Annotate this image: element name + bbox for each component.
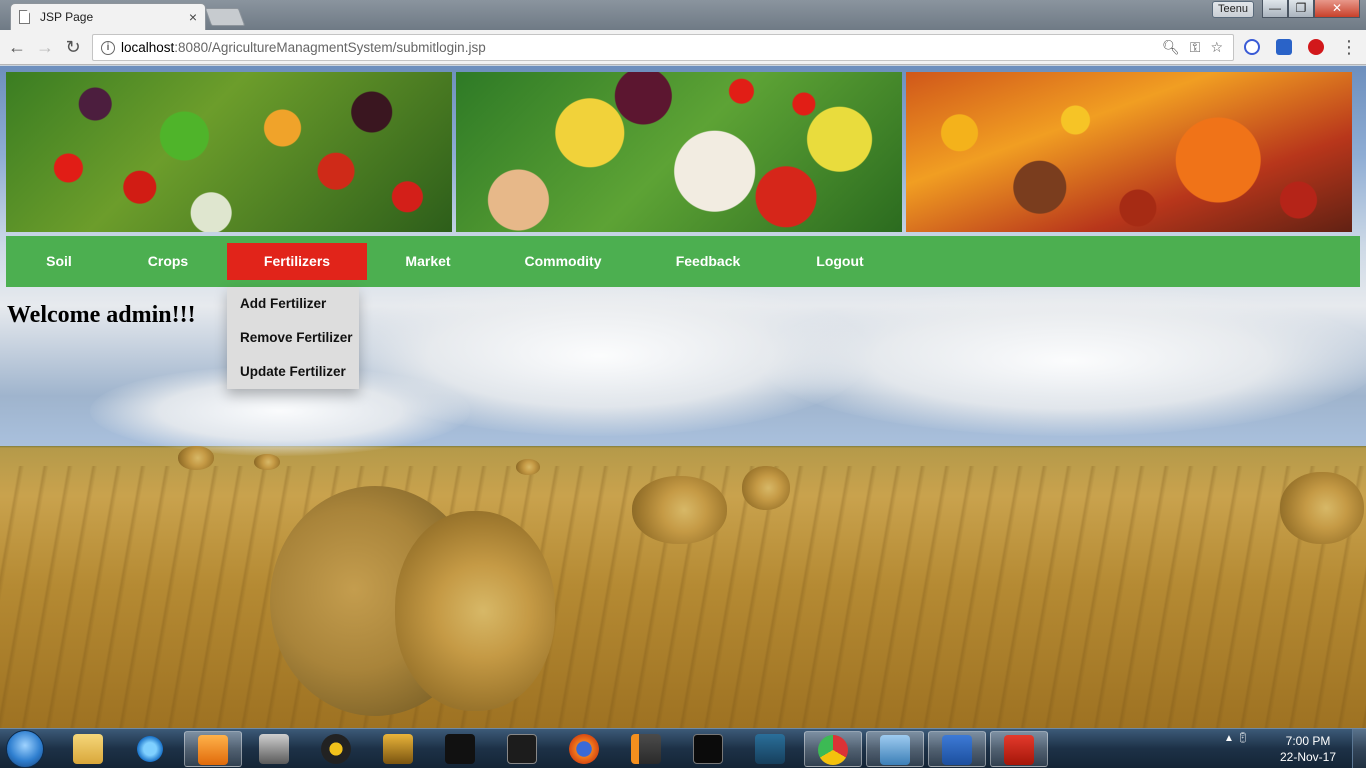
show-desktop-button[interactable] <box>1352 729 1366 768</box>
bookmark-star-icon[interactable]: ☆ <box>1210 39 1223 56</box>
browser-toolbar: ← → ↻ i localhost:8080/AgricultureManagm… <box>0 30 1366 65</box>
address-bar[interactable]: i localhost:8080/AgricultureManagmentSys… <box>92 34 1234 61</box>
counter-strike-icon[interactable] <box>370 731 428 767</box>
firefox-icon[interactable] <box>556 731 614 767</box>
header-banner <box>6 72 1352 232</box>
nav-market[interactable]: Market <box>367 243 489 280</box>
hay-bale <box>742 466 790 510</box>
hay-bale <box>254 454 280 470</box>
clock-time: 7:00 PM <box>1285 734 1331 748</box>
hay-bale <box>178 446 214 470</box>
autumn-harvest-image <box>906 72 1352 232</box>
minimize-button[interactable]: — <box>1262 0 1288 18</box>
mysql-console-icon[interactable] <box>680 731 738 767</box>
windows-explorer-icon[interactable] <box>60 731 118 767</box>
nav-feedback[interactable]: Feedback <box>637 243 779 280</box>
back-button[interactable]: ← <box>6 36 28 58</box>
sublime-text-icon[interactable] <box>618 731 676 767</box>
nav-crops[interactable]: Crops <box>112 243 224 280</box>
hay-bale <box>516 459 540 475</box>
zoom-icon[interactable]: 🔍︎ <box>1162 39 1180 56</box>
game-icon[interactable] <box>246 731 304 767</box>
hay-bale <box>1280 472 1364 544</box>
adblock-extension-icon[interactable] <box>1244 39 1260 55</box>
profile-button[interactable]: Teenu <box>1212 1 1254 18</box>
browser-tab[interactable]: JSP Page × <box>10 3 206 30</box>
page-icon <box>19 10 30 24</box>
dropdown-remove-fertilizer[interactable]: Remove Fertilizer <box>227 321 359 355</box>
nav-commodity[interactable]: Commodity <box>489 243 637 280</box>
hay-bale <box>632 476 727 544</box>
clock-date: 22-Nov-17 <box>1279 750 1337 764</box>
nav-soil[interactable]: Soil <box>6 243 112 280</box>
welcome-heading: Welcome admin!!! <box>7 302 196 328</box>
system-clock[interactable]: 7:00 PM 22-Nov-17 <box>1276 733 1340 765</box>
pes-15-icon[interactable] <box>308 731 366 767</box>
windows-taskbar: ▲ 🔋︎ 7:00 PM 22-Nov-17 <box>0 728 1366 768</box>
virtualbox-icon[interactable] <box>866 731 924 767</box>
chrome-icon[interactable] <box>804 731 862 767</box>
page-viewport: Soil Crops Fertilizers Market Commodity … <box>0 66 1366 728</box>
main-nav: Soil Crops Fertilizers Market Commodity … <box>6 236 1360 287</box>
close-tab-icon[interactable]: × <box>189 9 197 25</box>
hay-bale <box>395 511 555 711</box>
maximize-button[interactable]: ❐ <box>1288 0 1314 18</box>
browser-menu-icon[interactable]: ⋮ <box>1340 36 1358 58</box>
vegetables-image <box>456 72 902 232</box>
mysql-workbench-icon[interactable] <box>742 731 800 767</box>
opera-extension-icon[interactable] <box>1308 39 1324 55</box>
system-tray-icons[interactable]: ▲ 🔋︎ <box>1224 733 1249 744</box>
dropdown-update-fertilizer[interactable]: Update Fertilizer <box>227 355 359 389</box>
wwe-icon[interactable] <box>432 731 490 767</box>
info-icon[interactable]: i <box>101 40 115 55</box>
media-player-icon[interactable] <box>184 731 242 767</box>
word-icon[interactable] <box>928 731 986 767</box>
nav-logout[interactable]: Logout <box>779 243 901 280</box>
cloud <box>760 286 1366 436</box>
url-text[interactable]: localhost:8080/AgricultureManagmentSyste… <box>121 40 1162 55</box>
close-window-button[interactable]: ✕ <box>1314 0 1360 18</box>
dropdown-add-fertilizer[interactable]: Add Fertilizer <box>227 287 359 321</box>
forward-button[interactable]: → <box>34 36 56 58</box>
fertilizers-dropdown: Add Fertilizer Remove Fertilizer Update … <box>227 287 359 389</box>
vegetables-image <box>6 72 452 232</box>
reload-button[interactable]: ↻ <box>62 36 84 58</box>
key-icon[interactable]: ⚿ <box>1190 39 1201 56</box>
new-tab-button[interactable] <box>204 8 246 26</box>
internet-explorer-icon[interactable] <box>122 731 180 767</box>
cube-extension-icon[interactable] <box>1276 39 1292 55</box>
browser-title-bar: JSP Page × Teenu — ❐ ✕ <box>0 0 1366 30</box>
sleeping-dogs-icon[interactable] <box>494 731 552 767</box>
acrobat-icon[interactable] <box>990 731 1048 767</box>
nav-fertilizers[interactable]: Fertilizers <box>227 243 367 280</box>
tab-title: JSP Page <box>40 10 94 24</box>
start-button[interactable] <box>6 730 44 768</box>
